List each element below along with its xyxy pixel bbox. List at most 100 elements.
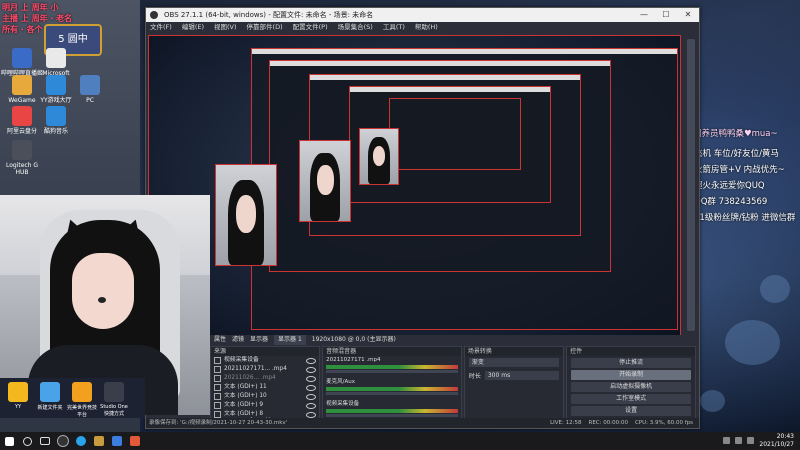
minimize-button[interactable]: — bbox=[633, 8, 655, 22]
nested-webcam-preview bbox=[215, 164, 277, 266]
preview-canvas[interactable] bbox=[148, 35, 681, 337]
source-type-icon bbox=[214, 384, 221, 391]
menu-view[interactable]: 视图(V) bbox=[214, 22, 237, 33]
kugou-icon bbox=[46, 106, 66, 126]
transitions-header: 场景转换 bbox=[464, 347, 564, 356]
obs-icon[interactable] bbox=[54, 432, 72, 450]
start-recording-button[interactable]: 开始录制 bbox=[571, 370, 691, 380]
pc-icon bbox=[80, 75, 100, 95]
task-view-icon[interactable] bbox=[36, 432, 54, 450]
menu-tools[interactable]: 工具(T) bbox=[383, 22, 405, 33]
menu-docks[interactable]: 停靠部件(D) bbox=[247, 22, 283, 33]
volume-slider[interactable] bbox=[326, 370, 458, 373]
display-select[interactable]: 显示器 1 bbox=[274, 335, 306, 345]
overlay-line-text: 超火永远爱你QUQ bbox=[694, 181, 765, 191]
icon-label: Studio One 快捷方式 bbox=[100, 404, 128, 417]
studio-one-icon[interactable] bbox=[104, 382, 124, 402]
menu-file[interactable]: 文件(F) bbox=[150, 22, 172, 33]
visibility-eye-icon[interactable] bbox=[306, 366, 317, 373]
menu-help[interactable]: 帮助(H) bbox=[415, 22, 438, 33]
search-icon[interactable] bbox=[18, 432, 36, 450]
desktop-icons-bottom: YY 新建文件夹 完美世界竞技平台 Studio One 快捷方式 bbox=[0, 378, 145, 418]
source-toolbar: 属性 滤镜 显示器 显示器 1 1920x1080 @ 0,0 (主显示器) bbox=[210, 335, 684, 345]
stop-streaming-button[interactable]: 停止推流 bbox=[571, 358, 691, 368]
network-icon[interactable] bbox=[735, 437, 742, 444]
volume-slider[interactable] bbox=[326, 392, 458, 395]
perfect-world-icon[interactable] bbox=[72, 382, 92, 402]
volume-icon[interactable] bbox=[747, 437, 754, 444]
desktop-icon[interactable]: 酷狗音乐 bbox=[34, 106, 78, 135]
yy-icon[interactable] bbox=[8, 382, 28, 402]
volume-slider[interactable] bbox=[326, 414, 458, 417]
source-name: 20211026... .mp4 bbox=[224, 375, 276, 381]
aliyun-icon bbox=[12, 106, 32, 126]
duration-input[interactable]: 300 ms bbox=[484, 371, 560, 380]
overlay-line-text: QQ群 738243569 bbox=[694, 197, 768, 207]
source-item[interactable]: 20211027171... .mp4 bbox=[211, 365, 319, 374]
visibility-eye-icon[interactable] bbox=[306, 384, 317, 391]
duration-label: 时长 bbox=[468, 373, 481, 380]
visibility-eye-icon[interactable] bbox=[306, 393, 317, 400]
wallpaper-bubble bbox=[760, 275, 790, 303]
source-item[interactable]: 文本 (GDI+) 9 bbox=[211, 401, 319, 410]
display-label: 显示器 bbox=[250, 336, 269, 343]
channel-name: 视频采集设备 bbox=[326, 401, 360, 407]
source-name: 文本 (GDI+) 9 bbox=[224, 402, 264, 408]
desktop-icon[interactable]: Logitech G HUB bbox=[0, 140, 44, 176]
settings-button[interactable]: 设置 bbox=[571, 406, 691, 416]
visibility-eye-icon[interactable] bbox=[306, 411, 317, 418]
scene-transitions-dock: 场景转换 渐变 时长 300 ms bbox=[463, 346, 565, 426]
windows-start-icon[interactable] bbox=[0, 432, 18, 450]
game-icon[interactable] bbox=[108, 432, 126, 450]
visibility-eye-icon[interactable] bbox=[306, 357, 317, 364]
menu-edit[interactable]: 编辑(E) bbox=[182, 22, 204, 33]
source-type-icon bbox=[214, 366, 221, 373]
properties-button[interactable]: 属性 bbox=[214, 335, 226, 345]
lol-icon[interactable] bbox=[90, 432, 108, 450]
yy-game-icon bbox=[46, 75, 66, 95]
audio-mixer-dock: 音频混音器 20211027171 .mp4 麦克风/Aux 视频采集设备 bbox=[322, 346, 462, 426]
desktop-icon[interactable]: Microsoft bbox=[34, 48, 78, 77]
close-button[interactable]: ✕ bbox=[677, 8, 699, 22]
source-item[interactable]: 视频采集设备 bbox=[211, 356, 319, 365]
obs-logo-icon bbox=[150, 11, 158, 19]
transition-select[interactable]: 渐变 bbox=[468, 358, 560, 367]
source-type-icon bbox=[214, 393, 221, 400]
dock-area: 来源 视频采集设备 20211027171... .mp4 20211026..… bbox=[210, 346, 696, 428]
source-item[interactable]: 文本 (GDI+) 10 bbox=[211, 392, 319, 401]
overlay-line: 超火永远爱你QUQ bbox=[683, 178, 800, 194]
controls-dock: 控件 停止推流 开始录制 启动虚拟摄像机 工作室模式 设置 退出 bbox=[566, 346, 696, 428]
source-name: 20211027171... .mp4 bbox=[224, 366, 287, 372]
live-time: LIVE: 12:58 bbox=[550, 420, 582, 426]
menu-profile[interactable]: 配置文件(P) bbox=[293, 22, 328, 33]
overlay-line: 火箭房管+V 内战优先~ bbox=[683, 162, 800, 178]
recording-path: 录像保存到: 'G:/视频录制/2021-10-27 20-43-30.mkv' bbox=[149, 420, 288, 426]
visibility-eye-icon[interactable] bbox=[306, 375, 317, 382]
preview-scrollbar[interactable] bbox=[685, 35, 697, 335]
source-item[interactable]: 文本 (GDI+) 11 bbox=[211, 383, 319, 392]
filters-button[interactable]: 滤镜 bbox=[232, 335, 244, 345]
virtual-camera-button[interactable]: 启动虚拟摄像机 bbox=[571, 382, 691, 392]
overlay-line: 明月 上 周年 小 bbox=[2, 3, 59, 12]
source-item[interactable]: 20211026... .mp4 bbox=[211, 374, 319, 383]
nested-title-bar bbox=[310, 75, 580, 80]
nested-title-bar bbox=[252, 49, 677, 54]
visibility-eye-icon[interactable] bbox=[306, 402, 317, 409]
desktop-icon[interactable]: PC bbox=[68, 75, 112, 104]
folder-icon[interactable] bbox=[40, 382, 60, 402]
maximize-button[interactable]: ☐ bbox=[655, 8, 677, 22]
face bbox=[316, 165, 334, 196]
duration-row: 时长 300 ms bbox=[465, 369, 563, 382]
studio-mode-button[interactable]: 工作室模式 bbox=[571, 394, 691, 404]
mixer-channel: 麦克风/Aux bbox=[323, 378, 461, 400]
icon-label: 新建文件夹 bbox=[37, 405, 63, 411]
menu-scene-collection[interactable]: 场景集合(S) bbox=[338, 22, 373, 33]
transition-row: 渐变 bbox=[465, 356, 563, 369]
scrollbar-thumb[interactable] bbox=[687, 39, 695, 331]
tray-icon[interactable] bbox=[723, 437, 730, 444]
overlay-line: QQ群 738243569 bbox=[683, 194, 800, 210]
display-info: 1920x1080 @ 0,0 (主显示器) bbox=[311, 336, 396, 343]
taskbar-clock[interactable]: 20:43 2021/10/27 bbox=[759, 433, 794, 449]
app-icon[interactable] bbox=[126, 432, 144, 450]
edge-icon[interactable] bbox=[72, 432, 90, 450]
